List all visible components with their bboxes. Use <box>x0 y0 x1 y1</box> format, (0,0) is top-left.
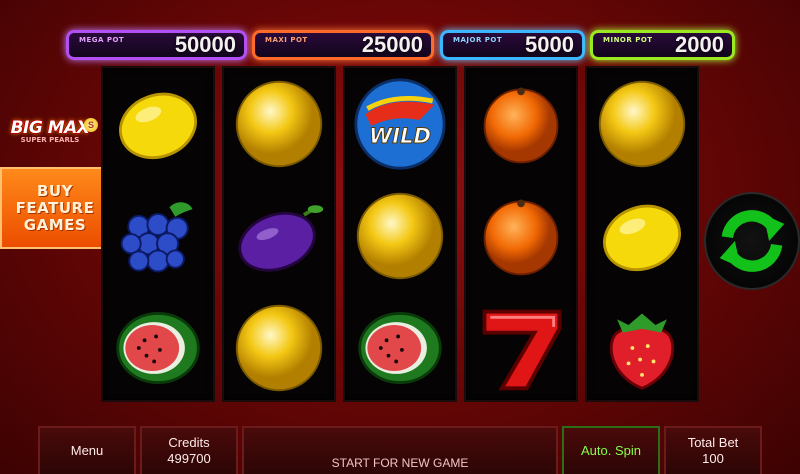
svg-text:WILD: WILD <box>369 123 431 148</box>
reel-5 <box>585 66 699 402</box>
symbol-watermelon <box>345 292 455 404</box>
spin-button[interactable] <box>704 192 800 290</box>
symbol-golden-pearl <box>587 68 697 180</box>
symbol-lemon <box>103 68 213 180</box>
start-label: START FOR NEW GAME <box>331 456 469 470</box>
symbol-golden-pearl <box>345 180 455 292</box>
symbol-golden-pearl <box>224 68 334 180</box>
symbol-grapes <box>103 180 213 292</box>
jackpot-major-value: 5000 <box>525 32 574 57</box>
logo-badge-icon: S <box>84 118 98 132</box>
jackpot-maxi-value: 25000 <box>361 32 423 57</box>
symbol-orange <box>466 180 576 292</box>
total-bet-value: 100 <box>702 451 724 466</box>
jackpot-maxi-label: MAXI POT <box>265 36 308 44</box>
symbol-golden-pearl <box>224 292 334 404</box>
jackpot-minor-label: MINOR POT <box>603 36 653 44</box>
logo-title: BIG MAX <box>10 118 90 138</box>
symbol-strawberry <box>587 292 697 404</box>
jackpot-maxi: MAXI POT 25000 <box>252 30 434 60</box>
auto-spin-label: Auto. Spin <box>581 443 641 458</box>
symbol-watermelon <box>103 292 213 404</box>
reel-2 <box>222 66 336 402</box>
symbol-wild: WILD <box>345 68 455 180</box>
symbol-orange <box>466 68 576 180</box>
jackpot-mega: MEGA POT 50000 <box>66 30 247 60</box>
menu-label: Menu <box>70 443 104 458</box>
auto-spin-button[interactable]: Auto. Spin <box>562 426 660 474</box>
total-bet-label: Total Bet <box>687 435 739 450</box>
reel-3: WILD <box>343 66 457 402</box>
credits-display: Credits 499700 <box>140 426 238 474</box>
buy-feature-label: BUY FEATURE GAMES <box>15 181 95 234</box>
credits-value: 499700 <box>167 451 211 466</box>
buy-feature-button[interactable]: BUY FEATURE GAMES <box>0 167 110 249</box>
total-bet-display[interactable]: Total Bet 100 <box>664 426 762 474</box>
game-logo: BIG MAX SUPER PEARLS S <box>2 118 98 160</box>
jackpot-mega-value: 50000 <box>174 32 236 57</box>
symbol-plum <box>224 180 334 292</box>
jackpot-major-label: MAJOR POT <box>453 36 503 44</box>
reel-4 <box>464 66 578 402</box>
jackpot-major: MAJOR POT 5000 <box>440 30 585 60</box>
refresh-arrows-icon <box>719 210 785 272</box>
credits-label: Credits <box>168 435 210 450</box>
symbol-lemon <box>587 180 697 292</box>
start-new-game-button[interactable]: START FOR NEW GAME <box>242 426 558 474</box>
symbol-seven <box>466 292 576 404</box>
jackpot-minor: MINOR POT 2000 <box>590 30 735 60</box>
reel-1 <box>101 66 215 402</box>
jackpot-minor-value: 2000 <box>675 32 724 57</box>
menu-button[interactable]: Menu <box>38 426 136 474</box>
jackpot-mega-label: MEGA POT <box>79 36 125 44</box>
